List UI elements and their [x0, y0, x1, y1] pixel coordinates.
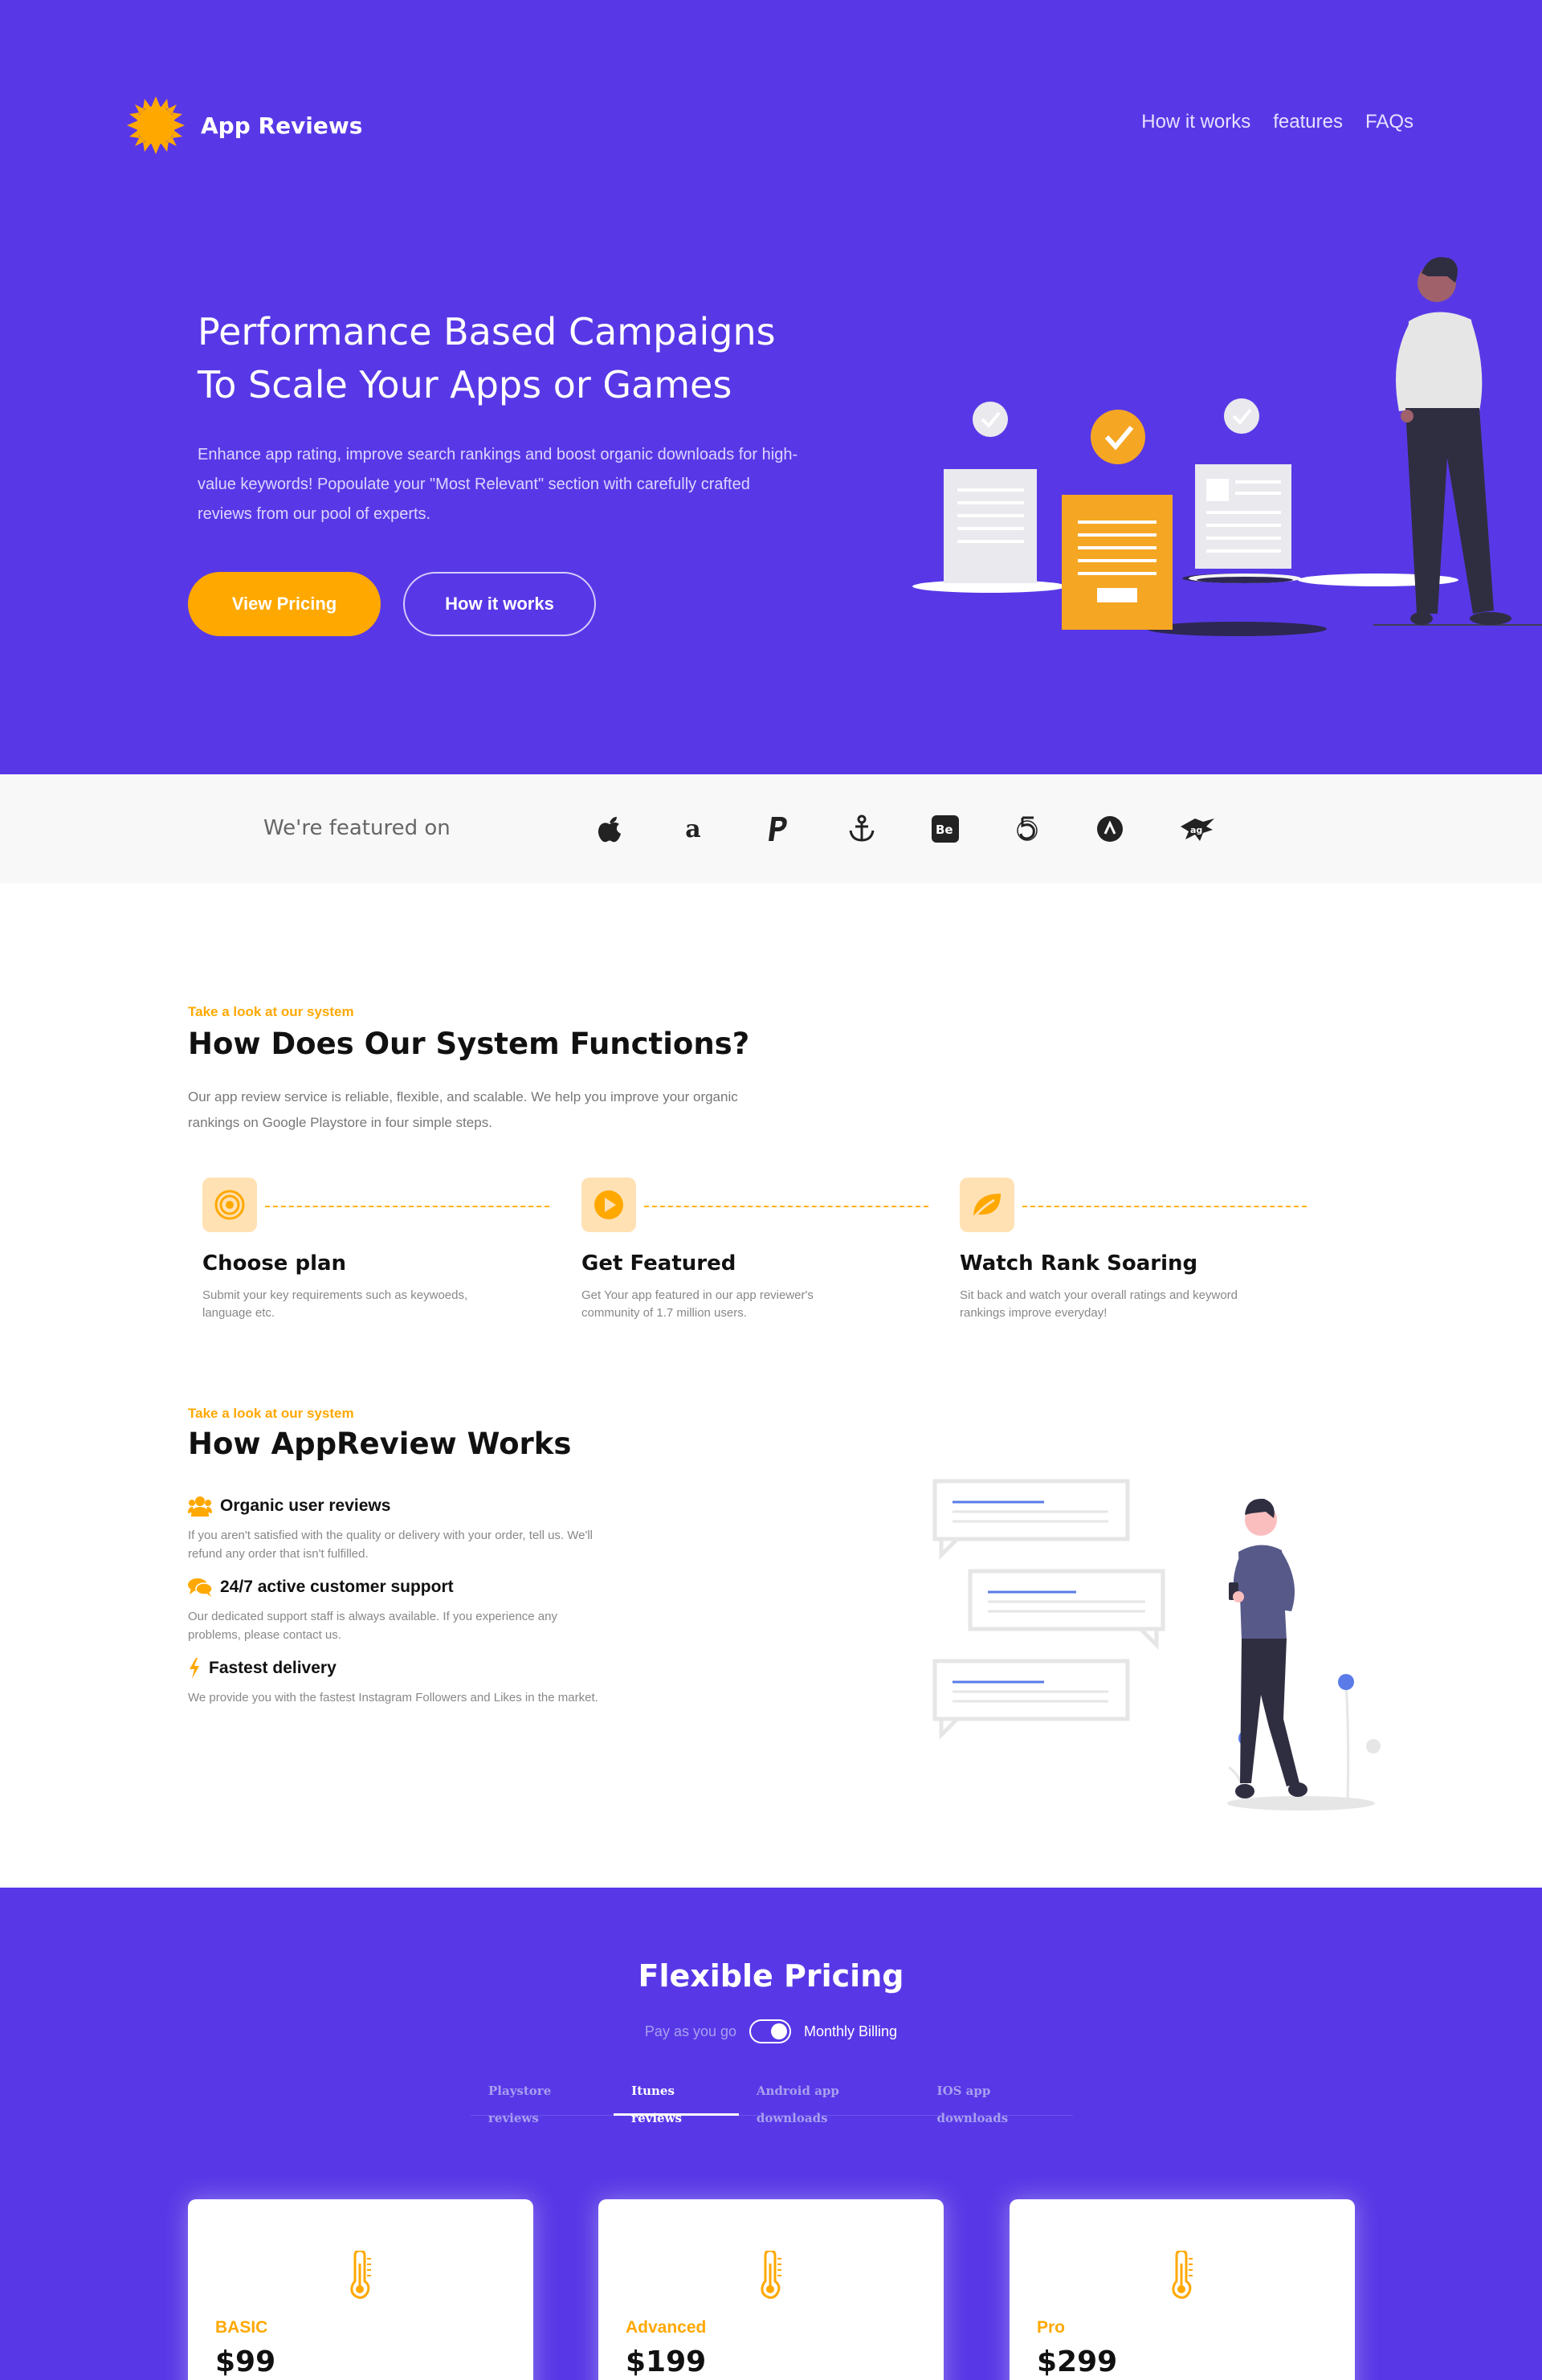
nav-features[interactable]: features — [1273, 111, 1343, 133]
billing-option-payg[interactable]: Pay as you go — [645, 2023, 736, 2040]
paypal-icon[interactable] — [759, 810, 798, 848]
plan-card-pro[interactable]: Pro $299 — [1010, 2199, 1355, 2380]
tab-android-downloads[interactable]: Android app downloads — [739, 2077, 920, 2125]
plan-price: $99 — [215, 2345, 276, 2378]
hero-description: Enhance app rating, improve search ranki… — [198, 446, 798, 523]
apple-icon[interactable] — [590, 810, 629, 848]
billing-option-monthly[interactable]: Monthly Billing — [804, 2023, 897, 2040]
step-description: Get Your app featured in our app reviewe… — [581, 1288, 814, 1320]
bolt-icon — [190, 1658, 199, 1679]
amazon-icon[interactable]: a — [674, 810, 712, 848]
plan-name: BASIC — [215, 2318, 268, 2337]
feature-description: Our dedicated support staff is always av… — [188, 1610, 557, 1642]
step-get-featured: Get Featured Get Your app featured in ou… — [567, 1178, 936, 1322]
hero-section: App Reviews How it works features FAQs P… — [0, 0, 1542, 774]
step-description: Sit back and watch your overall ratings … — [960, 1288, 1238, 1320]
step-title: Choose plan — [202, 1251, 347, 1276]
behance-icon[interactable]: Be — [926, 810, 965, 848]
aviato-icon[interactable]: ag — [1179, 810, 1218, 848]
step-description: Submit your key requirements such as key… — [202, 1288, 468, 1320]
works-illustration — [932, 1479, 1381, 1811]
plan-price: $299 — [1037, 2345, 1118, 2378]
play-icon — [581, 1178, 636, 1232]
tab-playstore-reviews[interactable]: Playstore reviews — [471, 2077, 614, 2125]
system-description: Our app review service is reliable, flex… — [188, 1089, 738, 1130]
thermometer-icon — [761, 2251, 781, 2299]
brand-name: App Reviews — [201, 112, 363, 139]
logo[interactable]: App Reviews — [127, 96, 362, 154]
plan-card-advanced[interactable]: Advanced $199 — [598, 2199, 944, 2380]
view-pricing-button[interactable]: View Pricing — [188, 572, 381, 636]
sun-badge-icon — [127, 96, 185, 154]
main-nav: How it works features FAQs — [1141, 111, 1414, 133]
plan-price: $199 — [626, 2345, 707, 2378]
users-icon — [188, 1496, 212, 1517]
nav-how-it-works[interactable]: How it works — [1141, 111, 1250, 133]
feature-description: If you aren't satisfied with the quality… — [188, 1529, 594, 1561]
nav-faqs[interactable]: FAQs — [1365, 111, 1414, 133]
works-kicker: Take a look at our system — [188, 1406, 354, 1421]
step-choose-plan: Choose plan Submit your key requirements… — [188, 1178, 557, 1322]
target-icon — [202, 1178, 257, 1232]
svg-text:ag: ag — [1190, 825, 1202, 835]
plan-card-basic[interactable]: BASIC $99 — [188, 2199, 533, 2380]
pricing-title: Flexible Pricing — [638, 1958, 904, 1994]
hero-illustration — [912, 257, 1542, 636]
thermometer-icon — [1172, 2251, 1193, 2299]
step-divider — [265, 1206, 549, 1207]
billing-toggle-row: Pay as you go Monthly Billing — [0, 2019, 1542, 2043]
feature-fastest-delivery: Fastest delivery We provide you with the… — [188, 1658, 606, 1707]
feature-customer-support: 24/7 active customer support Our dedicat… — [188, 1577, 606, 1644]
step-title: Watch Rank Soaring — [960, 1251, 1198, 1276]
billing-toggle[interactable] — [749, 2019, 791, 2043]
plan-name: Pro — [1037, 2318, 1066, 2337]
step-divider — [1022, 1206, 1307, 1207]
featured-section: We're featured on a Be ag — [0, 774, 1542, 884]
feature-description: We provide you with the fastest Instagra… — [188, 1691, 598, 1704]
tab-ios-downloads[interactable]: IOS app downloads — [920, 2077, 1073, 2125]
pricing-tabs: Playstore reviews Itunes reviews Android… — [471, 2077, 1073, 2125]
step-divider — [644, 1206, 928, 1207]
chat-icon — [188, 1578, 212, 1597]
500px-icon[interactable] — [1009, 810, 1047, 848]
leaf-icon — [960, 1178, 1014, 1232]
feature-title: Fastest delivery — [209, 1659, 337, 1677]
tab-itunes-reviews[interactable]: Itunes reviews — [614, 2077, 739, 2125]
hero-title: Performance Based Campaigns To Scale You… — [198, 310, 776, 406]
works-title: How AppReview Works — [188, 1427, 572, 1461]
featured-label: We're featured on — [263, 816, 451, 840]
plan-name: Advanced — [626, 2318, 707, 2337]
system-kicker: Take a look at our system — [188, 1004, 354, 1019]
thermometer-icon — [350, 2251, 371, 2299]
step-watch-rank: Watch Rank Soaring Sit back and watch yo… — [945, 1178, 1315, 1322]
anchor-icon[interactable] — [842, 810, 881, 848]
system-title: How Does Our System Functions? — [188, 1027, 750, 1061]
angellist-icon[interactable] — [1091, 810, 1129, 848]
svg-text:Be: Be — [936, 823, 953, 837]
feature-title: 24/7 active customer support — [220, 1578, 454, 1596]
how-it-works-button[interactable]: How it works — [403, 572, 596, 636]
feature-organic-reviews: Organic user reviews If you aren't satis… — [188, 1496, 606, 1563]
step-title: Get Featured — [581, 1251, 736, 1276]
feature-title: Organic user reviews — [220, 1496, 391, 1515]
